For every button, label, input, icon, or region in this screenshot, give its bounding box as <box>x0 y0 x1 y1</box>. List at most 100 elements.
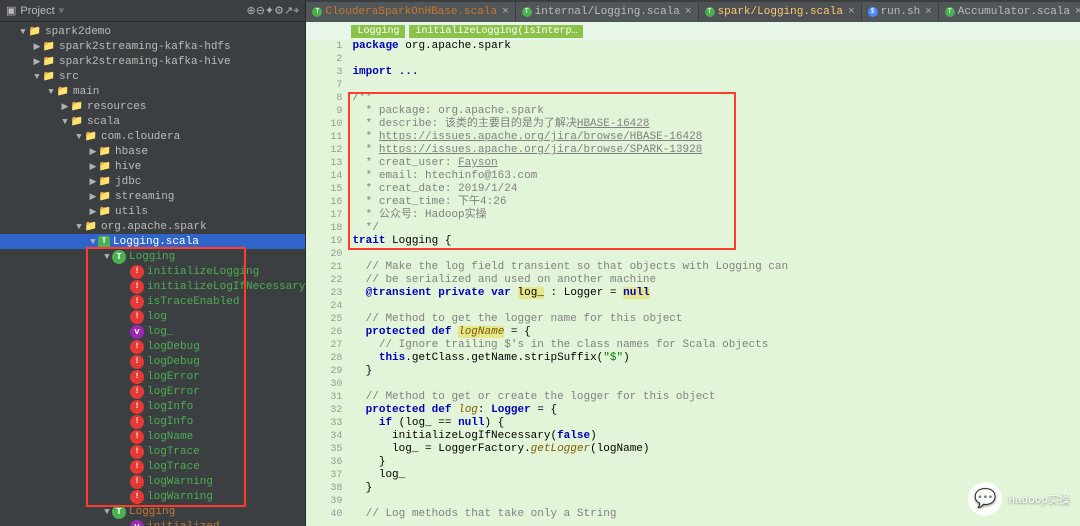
close-icon[interactable]: × <box>502 6 509 18</box>
editor-tab[interactable]: Tinternal/Logging.scala× <box>516 2 698 22</box>
code-line[interactable]: log_ <box>348 469 1080 482</box>
code-line[interactable]: @transient private var log_ : Logger = n… <box>348 287 1080 300</box>
code-line[interactable]: protected def log: Logger = { <box>348 404 1080 417</box>
code-line[interactable]: * email: htechinfo@163.com <box>348 170 1080 183</box>
tree-row[interactable]: logDebug <box>0 339 305 354</box>
code-line[interactable]: * package: org.apache.spark <box>348 105 1080 118</box>
project-tree[interactable]: spark2demospark2streaming-kafka-hdfsspar… <box>0 22 305 526</box>
close-icon[interactable]: × <box>848 6 855 18</box>
tree-row[interactable]: spark2streaming-kafka-hdfs <box>0 39 305 54</box>
tree-row[interactable]: logInfo <box>0 414 305 429</box>
tree-row[interactable]: hbase <box>0 144 305 159</box>
code-line[interactable]: * 公众号: Hadoop实操 <box>348 209 1080 222</box>
editor-tab[interactable]: Tspark/Logging.scala× <box>699 2 861 22</box>
tree-row[interactable]: com.cloudera <box>0 129 305 144</box>
tree-row[interactable]: streaming <box>0 189 305 204</box>
code-line[interactable]: // Method to get the logger name for thi… <box>348 313 1080 326</box>
code-line[interactable] <box>348 248 1080 261</box>
tree-row[interactable]: src <box>0 69 305 84</box>
close-icon[interactable]: × <box>925 6 932 18</box>
breadcrumb-item[interactable]: Logging <box>351 25 405 38</box>
sidebar-tool-icon[interactable]: ⊖ <box>256 5 265 17</box>
expand-arrow-icon[interactable] <box>74 222 84 232</box>
code-line[interactable]: // Make the log field transient so that … <box>348 261 1080 274</box>
code-line[interactable]: // Method to get or create the logger fo… <box>348 391 1080 404</box>
code-line[interactable]: import ... <box>348 66 1080 79</box>
sidebar-tool-icon[interactable]: ⚙ <box>274 5 284 17</box>
tree-row[interactable]: main <box>0 84 305 99</box>
tree-row[interactable]: logWarning <box>0 474 305 489</box>
tree-row[interactable]: logWarning <box>0 489 305 504</box>
editor-tab[interactable]: TClouderaSparkOnHBase.scala× <box>306 2 514 22</box>
code-line[interactable]: // Ignore trailing $'s in the class name… <box>348 339 1080 352</box>
code-line[interactable]: * https://issues.apache.org/jira/browse/… <box>348 144 1080 157</box>
code-line[interactable]: package org.apache.spark <box>348 40 1080 53</box>
tree-row[interactable]: logError <box>0 384 305 399</box>
code-line[interactable] <box>348 53 1080 66</box>
expand-arrow-icon[interactable] <box>32 72 42 82</box>
tree-row[interactable]: Logging <box>0 504 305 519</box>
expand-arrow-icon[interactable] <box>88 147 98 157</box>
expand-arrow-icon[interactable] <box>88 162 98 172</box>
sidebar-tool-icon[interactable]: ⊕ <box>246 5 255 17</box>
code-line[interactable]: */ <box>348 222 1080 235</box>
expand-arrow-icon[interactable] <box>18 27 28 37</box>
expand-arrow-icon[interactable] <box>88 207 98 217</box>
expand-arrow-icon[interactable] <box>46 87 56 97</box>
code-line[interactable]: } <box>348 456 1080 469</box>
tree-row[interactable]: logTrace <box>0 459 305 474</box>
project-tool-icon[interactable]: ▣ <box>6 4 16 18</box>
expand-arrow-icon[interactable] <box>102 507 112 517</box>
breadcrumb-item[interactable]: initializeLogging(isInterp… <box>409 25 583 38</box>
code-line[interactable]: } <box>348 365 1080 378</box>
tree-row[interactable]: log_ <box>0 324 305 339</box>
code-line[interactable]: } <box>348 482 1080 495</box>
sidebar-tool-icon[interactable]: ↗ <box>284 5 293 17</box>
expand-arrow-icon[interactable] <box>88 177 98 187</box>
tree-row[interactable]: Logging.scala <box>0 234 305 249</box>
tree-row[interactable]: Logging <box>0 249 305 264</box>
sidebar-tool-icon[interactable]: ✦ <box>265 5 274 17</box>
expand-arrow-icon[interactable] <box>74 132 84 142</box>
tree-row[interactable]: utils <box>0 204 305 219</box>
tree-row[interactable]: initialized <box>0 519 305 526</box>
tree-row[interactable]: resources <box>0 99 305 114</box>
expand-arrow-icon[interactable] <box>88 237 98 247</box>
expand-arrow-icon[interactable] <box>88 192 98 202</box>
dropdown-icon[interactable]: ▾ <box>59 4 65 18</box>
tree-row[interactable]: initializeLogging <box>0 264 305 279</box>
code-line[interactable]: // be serialized and used on another mac… <box>348 274 1080 287</box>
tree-row[interactable]: org.apache.spark <box>0 219 305 234</box>
code-line[interactable]: // Log methods that take only a String <box>348 508 1080 521</box>
close-icon[interactable]: × <box>1075 6 1080 18</box>
code-line[interactable]: if (log_ == null) { <box>348 417 1080 430</box>
tree-row[interactable]: logName <box>0 429 305 444</box>
tree-row[interactable]: logError <box>0 369 305 384</box>
tree-row[interactable]: spark2demo <box>0 24 305 39</box>
tree-row[interactable]: hive <box>0 159 305 174</box>
editor-tab[interactable]: TAccumulator.scala× <box>939 2 1080 22</box>
tree-row[interactable]: log <box>0 309 305 324</box>
tree-row[interactable]: spark2streaming-kafka-hive <box>0 54 305 69</box>
tree-row[interactable]: logDebug <box>0 354 305 369</box>
code-line[interactable] <box>348 495 1080 508</box>
code-line[interactable]: * creat_date: 2019/1/24 <box>348 183 1080 196</box>
tree-row[interactable]: logInfo <box>0 399 305 414</box>
expand-arrow-icon[interactable] <box>60 117 70 127</box>
expand-arrow-icon[interactable] <box>32 57 42 67</box>
tree-row[interactable]: jdbc <box>0 174 305 189</box>
tree-row[interactable]: isTraceEnabled <box>0 294 305 309</box>
code-line[interactable]: * https://issues.apache.org/jira/browse/… <box>348 131 1080 144</box>
expand-arrow-icon[interactable] <box>60 102 70 112</box>
code-line[interactable]: * describe: 该类的主要目的是为了解决HBASE-16428 <box>348 118 1080 131</box>
code-line[interactable] <box>348 378 1080 391</box>
close-icon[interactable]: × <box>685 6 692 18</box>
code-line[interactable]: initializeLogIfNecessary(false) <box>348 430 1080 443</box>
expand-arrow-icon[interactable] <box>102 252 112 262</box>
code-line[interactable]: * creat_user: Fayson <box>348 157 1080 170</box>
code-line[interactable]: trait Logging { <box>348 235 1080 248</box>
code-line[interactable] <box>348 300 1080 313</box>
code-line[interactable]: log_ = LoggerFactory.getLogger(logName) <box>348 443 1080 456</box>
tree-row[interactable]: initializeLogIfNecessary <box>0 279 305 294</box>
code-line[interactable]: protected def logName = { <box>348 326 1080 339</box>
